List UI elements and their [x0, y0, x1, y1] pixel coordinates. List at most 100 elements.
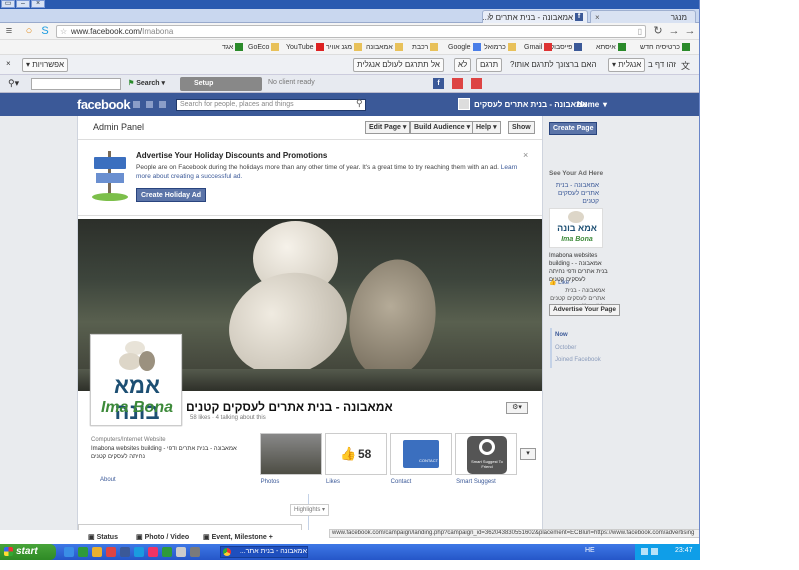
- language-indicator[interactable]: HE: [585, 547, 595, 554]
- quicklaunch-icon[interactable]: [92, 547, 102, 557]
- close-window-icon[interactable]: ×: [31, 0, 45, 8]
- close-tab-icon[interactable]: ×: [595, 13, 600, 22]
- refresh-icon[interactable]: ↻: [652, 25, 664, 37]
- bookmark-item[interactable]: רכבת: [412, 42, 439, 53]
- bookmark-item[interactable]: פייסבוק: [550, 42, 583, 53]
- bookmark-item[interactable]: אגד: [222, 42, 244, 53]
- tray-icon[interactable]: [651, 548, 658, 555]
- facebook-toolbar-icon[interactable]: f: [433, 78, 444, 89]
- quicklaunch-icon[interactable]: [106, 547, 116, 557]
- timeline-october[interactable]: October: [555, 345, 576, 351]
- photos-label[interactable]: Photos: [260, 479, 280, 485]
- tray-icon[interactable]: [641, 548, 648, 555]
- likes-label[interactable]: Likes: [325, 479, 341, 485]
- home-link[interactable]: Home: [577, 100, 599, 109]
- page-name-link[interactable]: אמאבונה - בנית אתרים לעסקים: [474, 100, 587, 109]
- timeline-joined[interactable]: Joined Facebook: [555, 357, 601, 363]
- bookmark-item[interactable]: כרמואל: [484, 42, 516, 53]
- quicklaunch-icon[interactable]: [134, 547, 144, 557]
- toolbar-search-button[interactable]: ⚑ Search ▾: [128, 79, 165, 87]
- bookmark-item[interactable]: אמאבונה: [366, 42, 403, 53]
- smart-suggest-label[interactable]: Smart Suggest: [455, 479, 497, 485]
- google-plus-toolbar-icon[interactable]: [471, 78, 482, 89]
- taskbar-chrome-item[interactable]: אמאבונה - בנית אתר...: [220, 546, 308, 558]
- facebook-search-input[interactable]: Search for people, places and things: [176, 99, 366, 111]
- show-button[interactable]: Show: [508, 121, 535, 134]
- close-translate-icon[interactable]: ×: [6, 59, 11, 68]
- photos-thumb[interactable]: [260, 433, 322, 475]
- contact-form-text: CONTACT FORM: [419, 458, 451, 463]
- ad-like-link[interactable]: 👍 Like ·: [549, 279, 573, 286]
- notifications-icon[interactable]: [159, 101, 166, 108]
- window-menu-icon[interactable]: ▭: [1, 0, 15, 8]
- forward-icon[interactable]: →: [668, 25, 680, 37]
- photo-video-tab[interactable]: ▣ Photo / Video: [136, 533, 189, 541]
- quicklaunch-icon[interactable]: [78, 547, 88, 557]
- clock[interactable]: 23:47: [675, 547, 693, 554]
- contact-form-icon: [403, 440, 439, 468]
- creating-ad-link[interactable]: creating a successful ad.: [171, 173, 243, 180]
- settings-dropdown-icon[interactable]: ▾: [603, 100, 607, 109]
- menu-icon[interactable]: ≡: [3, 25, 15, 37]
- advertise-your-page-button[interactable]: Advertise Your Page: [549, 304, 620, 316]
- address-bar[interactable]: ☆ www.facebook.com/Imabona ▯: [56, 25, 646, 38]
- build-audience-button[interactable]: Build Audience ▾: [410, 121, 475, 134]
- bookmark-item[interactable]: YouTube: [286, 42, 324, 53]
- minimize-icon[interactable]: –: [16, 0, 30, 8]
- reload-ring-icon[interactable]: ○: [23, 25, 35, 37]
- ie-icon[interactable]: [64, 547, 74, 557]
- contact-label[interactable]: Contact: [390, 479, 412, 485]
- tab-imabona[interactable]: × אמאבונה - בנית אתרים ל... f: [482, 10, 588, 23]
- more-apps-chevron-icon[interactable]: ▾: [520, 448, 536, 460]
- bookmark-item[interactable]: Google: [448, 42, 481, 53]
- event-milestone-tab[interactable]: ▣ Event, Milestone +: [203, 533, 273, 541]
- highlights-dropdown[interactable]: Highlights ▾: [290, 504, 330, 516]
- back-icon[interactable]: →: [684, 25, 696, 37]
- search-icon[interactable]: ⚲: [356, 98, 363, 109]
- bookmark-item[interactable]: GoEco: [248, 42, 280, 53]
- close-tab-icon[interactable]: ×: [487, 13, 492, 22]
- page-settings-gear-icon[interactable]: ⚙▾: [506, 402, 528, 414]
- ad-title-link[interactable]: אמאבונה - בנית אתרים לעסקים קטנים: [549, 182, 599, 206]
- about-link[interactable]: About: [100, 477, 116, 483]
- quicklaunch-icon[interactable]: [176, 547, 186, 557]
- skype-icon[interactable]: S: [39, 25, 51, 37]
- setup-button[interactable]: Setup: [180, 77, 262, 91]
- bookmark-item[interactable]: מגנ אוויר: [326, 42, 363, 53]
- never-translate-button[interactable]: אל תתרגם לעולם אנגלית: [353, 58, 444, 72]
- ad-image[interactable]: אמא בונה Ima Bona: [549, 208, 603, 248]
- quicklaunch-icon[interactable]: [190, 547, 200, 557]
- translate-button[interactable]: תרגם: [476, 58, 503, 72]
- quicklaunch-icon[interactable]: [162, 547, 172, 557]
- star-icon[interactable]: ☆: [60, 26, 67, 37]
- friend-requests-icon[interactable]: [133, 101, 140, 108]
- timeline-now[interactable]: Now: [555, 332, 568, 338]
- quicklaunch-icon[interactable]: [120, 547, 130, 557]
- no-translate-button[interactable]: לא: [454, 58, 472, 72]
- search-icon[interactable]: ⚲▾: [8, 78, 19, 89]
- bookmark-item[interactable]: איסתא: [596, 42, 626, 53]
- create-holiday-ad-button[interactable]: Create Holiday Ad: [136, 188, 207, 202]
- likes-count: 58: [358, 447, 372, 461]
- profile-picture[interactable]: אמא בונה Ima Bona: [90, 334, 182, 426]
- quicklaunch-icon[interactable]: [148, 547, 158, 557]
- close-promo-icon[interactable]: ×: [523, 150, 528, 160]
- smart-suggest-thumb[interactable]: Smart Suggest To Friend: [455, 433, 517, 475]
- start-button[interactable]: start: [0, 544, 56, 560]
- bookmark-item[interactable]: כרטיסיה חדש: [640, 42, 690, 53]
- tab-manager[interactable]: × מנגר: [590, 10, 696, 23]
- likes-thumb[interactable]: 👍 58: [325, 433, 387, 475]
- translate-options-button[interactable]: אפשרויות ▾: [22, 58, 69, 72]
- bookmark-item[interactable]: Gmail: [524, 42, 553, 53]
- messages-icon[interactable]: [146, 101, 153, 108]
- help-button[interactable]: Help ▾: [472, 121, 501, 134]
- edit-page-button[interactable]: Edit Page ▾: [365, 121, 411, 134]
- page-avatar[interactable]: [458, 98, 470, 110]
- language-select[interactable]: אנגלית ▾: [608, 58, 646, 72]
- toolbar-search-input[interactable]: [31, 78, 121, 90]
- facebook-logo[interactable]: facebook: [77, 97, 131, 112]
- status-tab[interactable]: ▣ Status: [88, 533, 118, 541]
- youtube-toolbar-icon[interactable]: [452, 78, 463, 89]
- contact-thumb[interactable]: CONTACT FORM: [390, 433, 452, 475]
- create-page-button[interactable]: Create Page: [549, 122, 598, 135]
